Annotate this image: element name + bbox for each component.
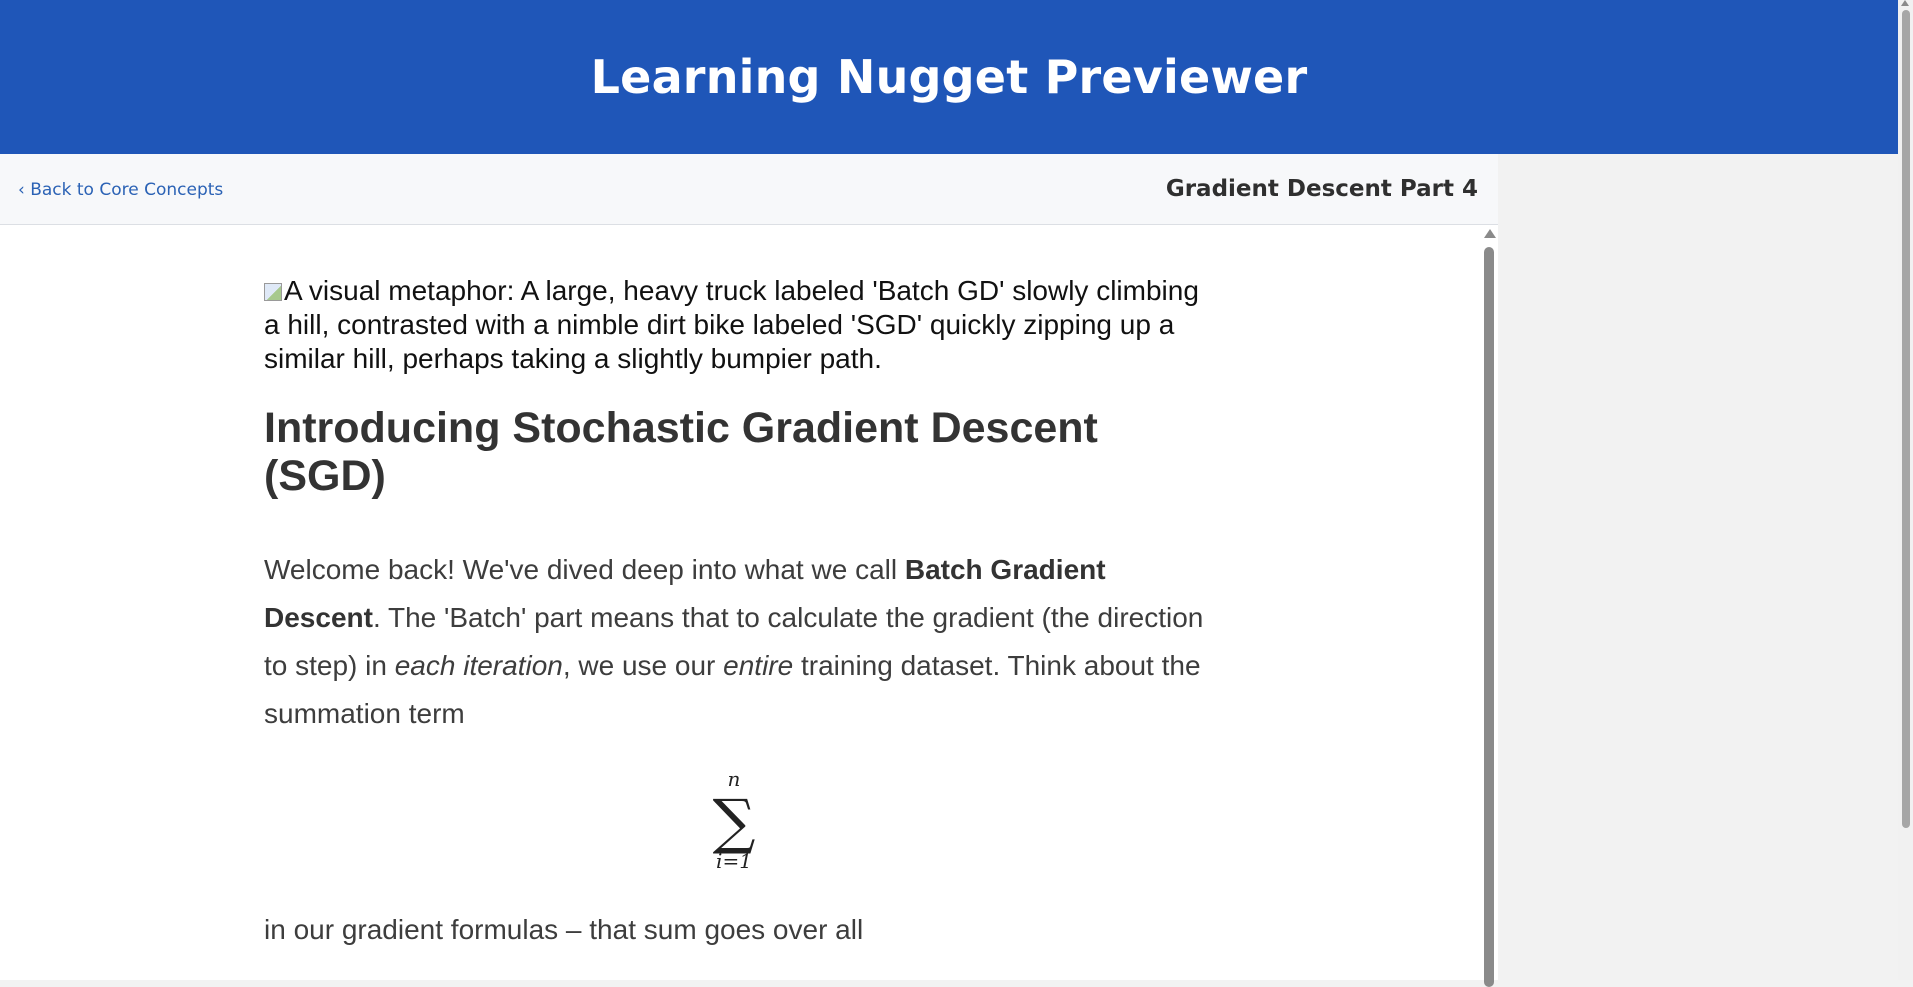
nugget-article: A visual metaphor: A large, heavy truck … bbox=[264, 225, 1204, 954]
section-heading: Introducing Stochastic Gradient Descent … bbox=[264, 404, 1098, 500]
para-italic-each-iteration: each iteration bbox=[394, 650, 563, 681]
app-title: Learning Nugget Previewer bbox=[590, 50, 1308, 104]
back-to-core-concepts-link[interactable]: ‹ Back to Core Concepts bbox=[18, 180, 223, 200]
nugget-navbar: ‹ Back to Core Concepts Gradient Descent… bbox=[0, 154, 1498, 225]
continuation-paragraph: in our gradient formulas – that sum goes… bbox=[264, 914, 864, 945]
nugget-title: Gradient Descent Part 4 bbox=[1165, 176, 1478, 202]
broken-image-icon bbox=[264, 283, 282, 301]
para-italic-entire: entire bbox=[723, 650, 794, 681]
summation-formula: n ∑ i=1 bbox=[264, 766, 1204, 886]
content-scroll-up-arrow-icon[interactable] bbox=[1484, 229, 1496, 238]
lesson-image-placeholder: A visual metaphor: A large, heavy truck … bbox=[264, 274, 1204, 376]
nugget-content-area[interactable]: A visual metaphor: A large, heavy truck … bbox=[0, 225, 1498, 980]
page-scroll-up-arrow-icon[interactable] bbox=[1901, 0, 1909, 6]
lesson-image-alt-text: A visual metaphor: A large, heavy truck … bbox=[264, 275, 1199, 374]
page-scrollbar[interactable] bbox=[1898, 0, 1913, 980]
summation-sigma-symbol: ∑ bbox=[713, 787, 756, 857]
para-text-1: Welcome back! We've dived deep into what… bbox=[264, 554, 905, 585]
para-text-3: , we use our bbox=[562, 650, 724, 681]
nugget-card: ‹ Back to Core Concepts Gradient Descent… bbox=[0, 154, 1498, 987]
intro-paragraph: Welcome back! We've dived deep into what… bbox=[264, 546, 1204, 738]
content-scrollbar[interactable] bbox=[1482, 229, 1496, 987]
summation-lower-limit: i=1 bbox=[716, 849, 752, 873]
content-scrollbar-thumb[interactable] bbox=[1484, 247, 1494, 987]
page-scrollbar-thumb[interactable] bbox=[1902, 10, 1910, 828]
app-header: Learning Nugget Previewer bbox=[0, 0, 1898, 154]
